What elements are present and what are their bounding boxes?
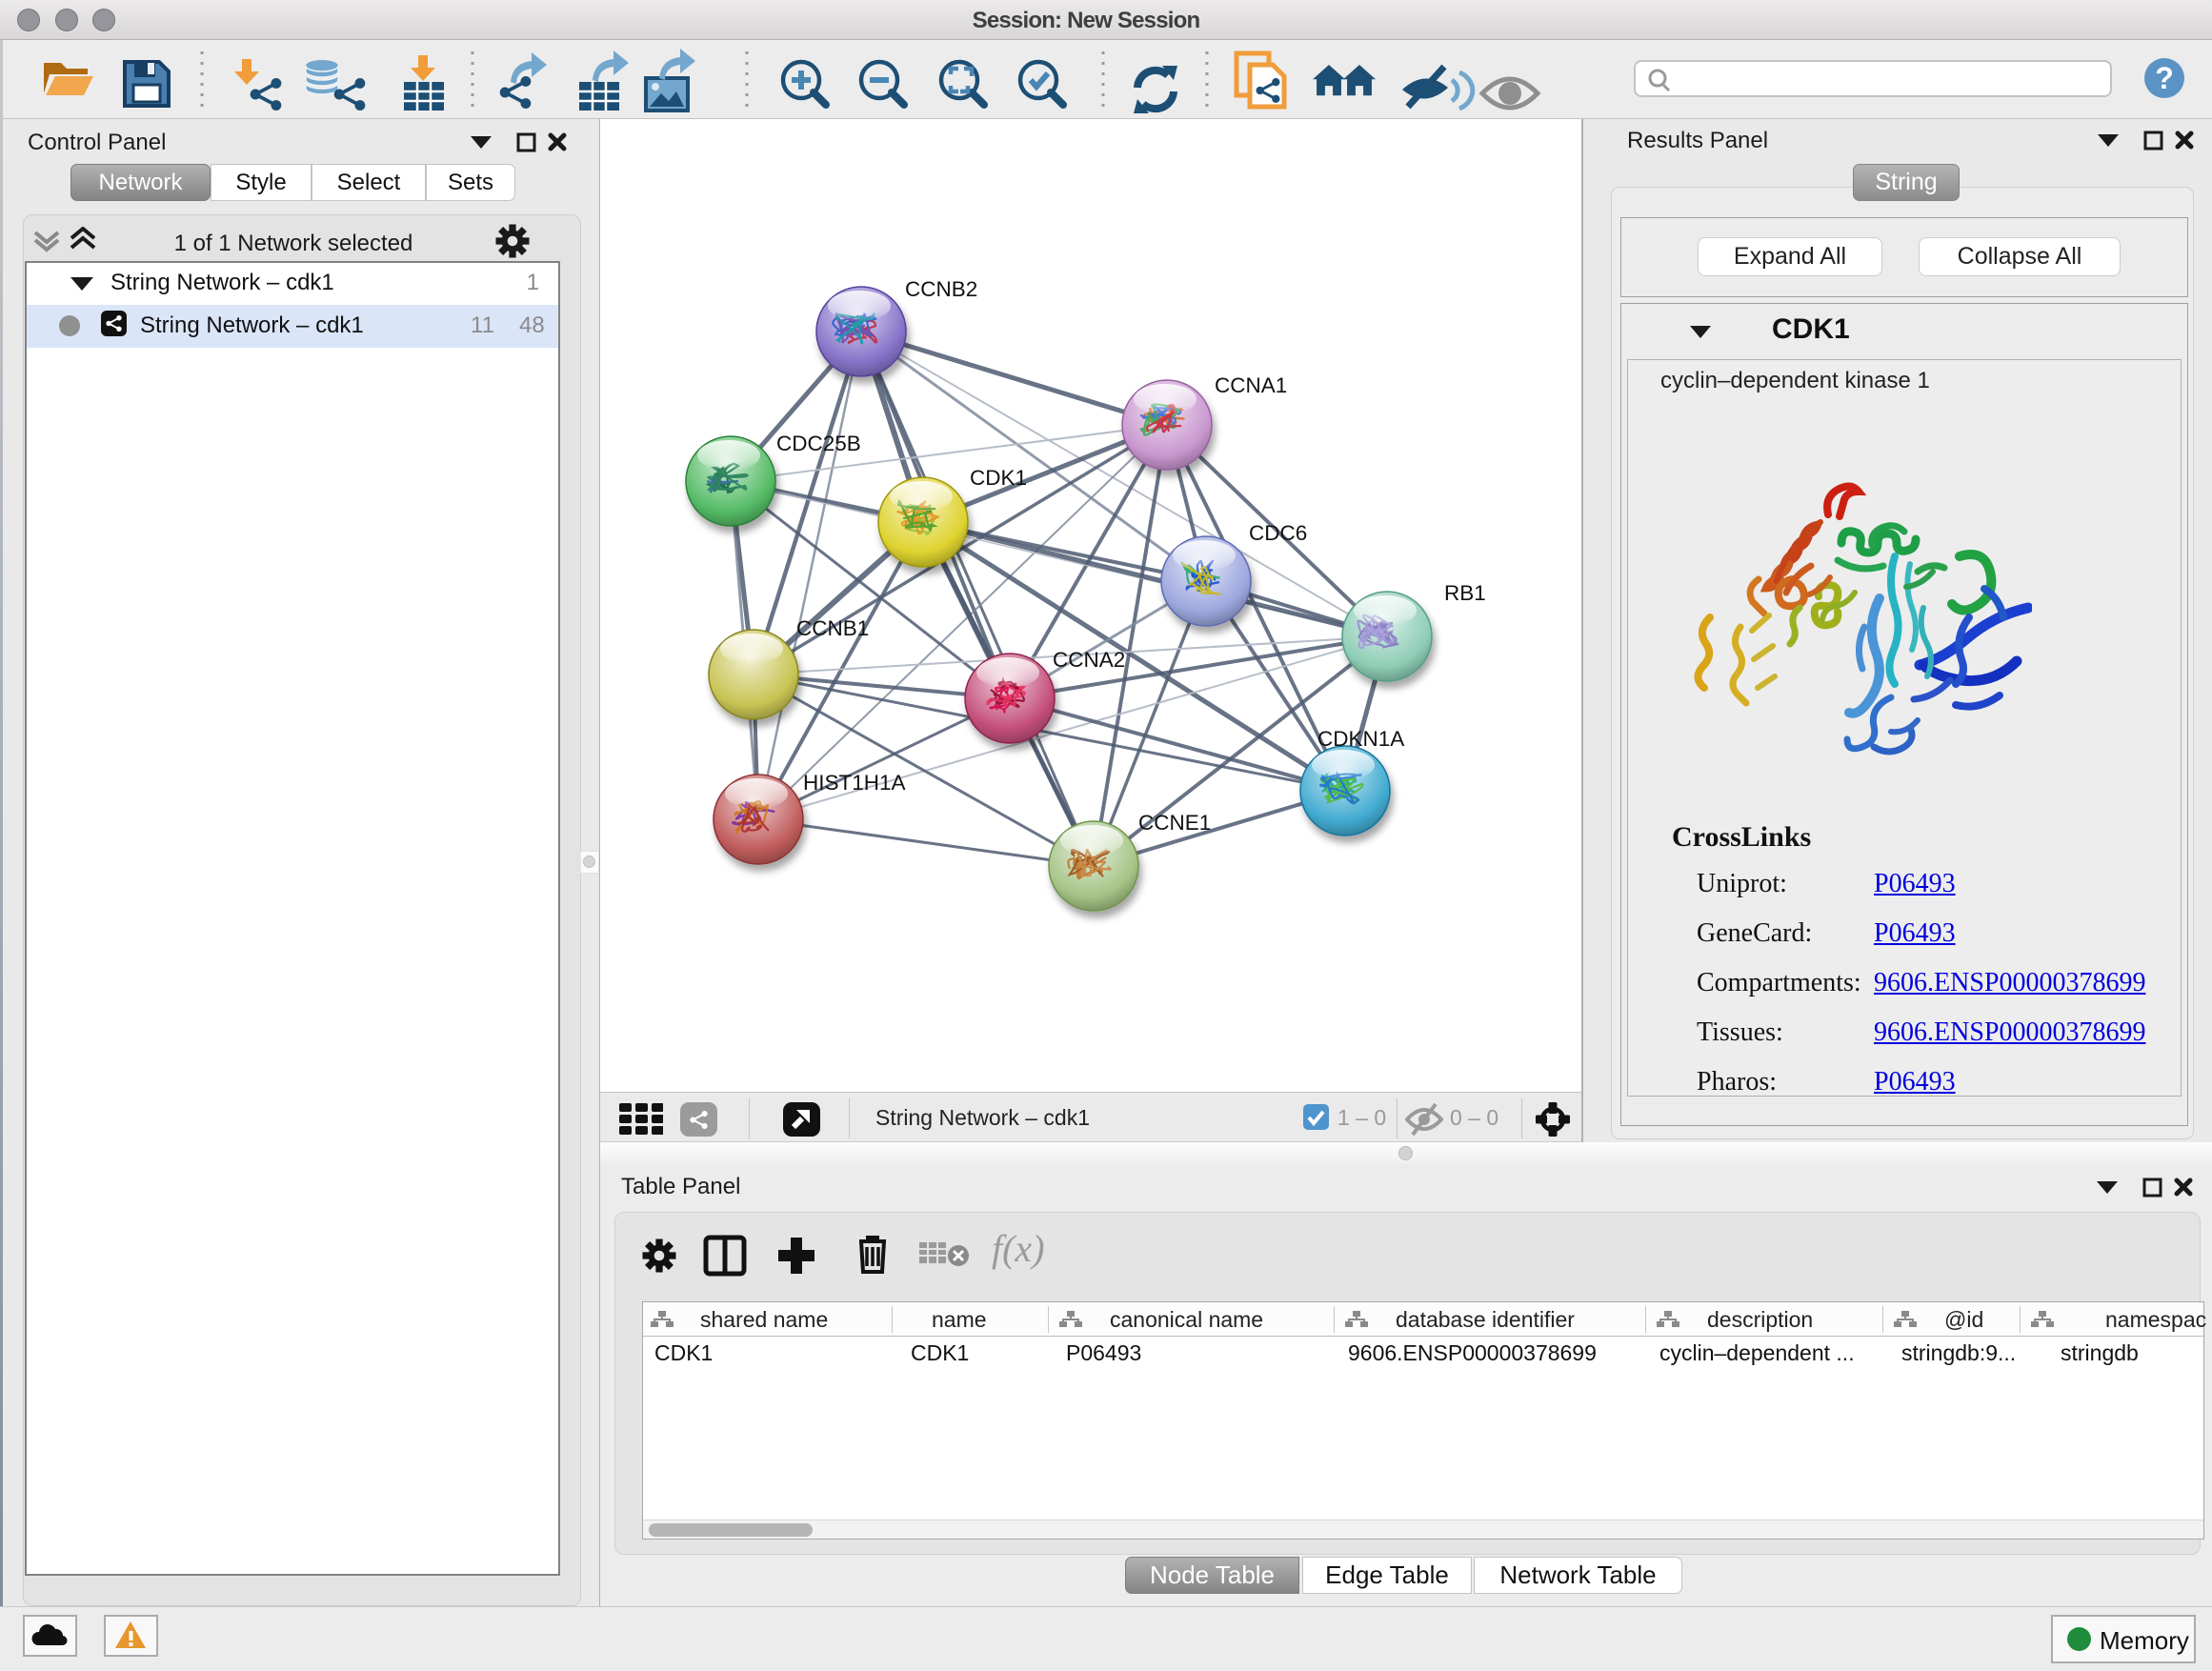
svg-text:CCNB1: CCNB1 (796, 616, 869, 640)
svg-text:CCNB2: CCNB2 (905, 277, 977, 301)
svg-text:CCNE1: CCNE1 (1138, 811, 1211, 835)
svg-text:CDC6: CDC6 (1249, 521, 1307, 545)
svg-text:CDK1: CDK1 (970, 466, 1027, 490)
svg-text:CCNA2: CCNA2 (1053, 648, 1125, 672)
svg-text:CDC25B: CDC25B (776, 432, 861, 455)
svg-text:HIST1H1A: HIST1H1A (803, 771, 906, 795)
svg-text:CCNA1: CCNA1 (1215, 373, 1287, 397)
svg-text:?: ? (2155, 61, 2174, 95)
svg-text:RB1: RB1 (1444, 581, 1486, 605)
svg-text:CDKN1A: CDKN1A (1317, 727, 1404, 751)
